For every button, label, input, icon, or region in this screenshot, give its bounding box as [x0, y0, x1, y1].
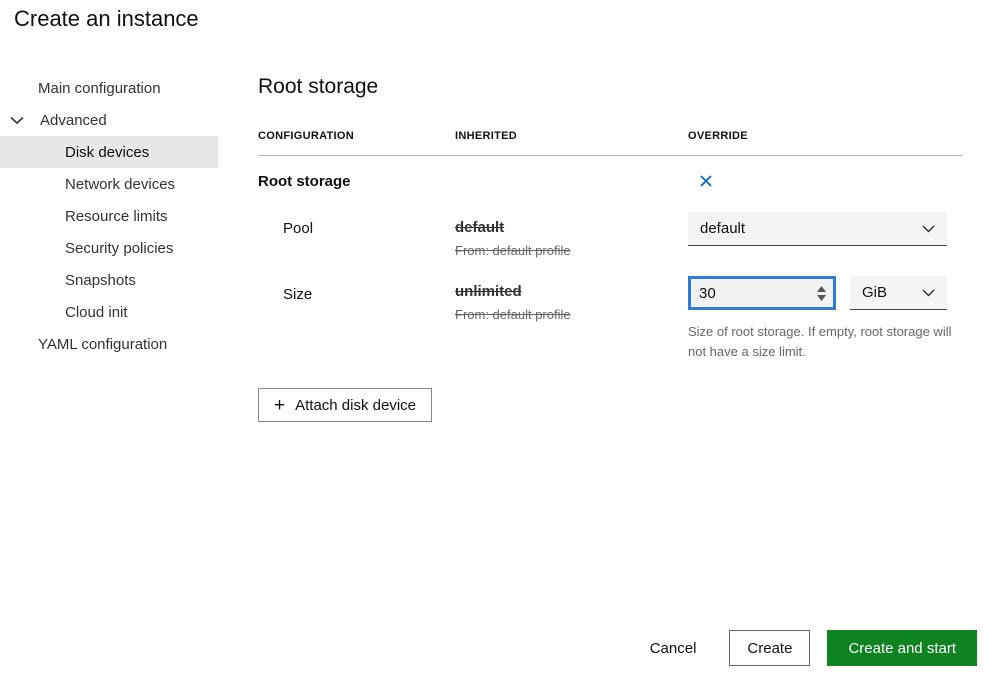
size-override-cell: GiB Size of root storage. If empty, root…: [688, 276, 963, 362]
sidebar-item-label: Network devices: [65, 176, 175, 193]
form-actions: Cancel Create Create and start: [634, 630, 977, 666]
table-row: Root storage: [258, 172, 963, 192]
section-heading: Root storage: [258, 74, 963, 100]
size-inherited-source: From: default profile: [455, 307, 688, 322]
sidebar-item-network-devices[interactable]: Network devices: [0, 168, 218, 200]
attach-disk-device-button[interactable]: + Attach disk device: [258, 388, 432, 422]
sidebar-item-label: YAML configuration: [38, 336, 167, 353]
config-table-header: CONFIGURATION INHERITED OVERRIDE: [258, 130, 963, 156]
pool-label: Pool: [258, 212, 455, 258]
cancel-button[interactable]: Cancel: [634, 630, 713, 666]
pool-inherited-cell: default From: default profile: [455, 212, 688, 258]
size-unit-select[interactable]: GiB: [850, 276, 947, 310]
size-input[interactable]: [691, 285, 809, 302]
sidebar-item-yaml-configuration[interactable]: YAML configuration: [0, 328, 218, 360]
root-storage-override-cell: [688, 172, 963, 192]
column-header-configuration: CONFIGURATION: [258, 130, 455, 142]
column-header-override: OVERRIDE: [688, 130, 963, 142]
sidebar-item-security-policies[interactable]: Security policies: [0, 232, 218, 264]
sidebar-item-label: Resource limits: [65, 208, 168, 225]
root-storage-row-label: Root storage: [258, 172, 455, 192]
sidebar-item-label: Disk devices: [65, 144, 149, 161]
attach-disk-device-label: Attach disk device: [295, 397, 416, 414]
pool-inherited-source: From: default profile: [455, 243, 688, 258]
disk-devices-panel: Root storage CONFIGURATION INHERITED OVE…: [258, 72, 963, 422]
create-and-start-button[interactable]: Create and start: [827, 630, 977, 666]
pool-override-cell: default: [688, 212, 963, 258]
size-help-text: Size of root storage. If empty, root sto…: [688, 322, 960, 362]
size-label: Size: [258, 276, 455, 362]
sidebar-item-label: Main configuration: [38, 80, 161, 97]
pool-select[interactable]: default: [688, 212, 947, 246]
pool-select-value: default: [700, 220, 745, 237]
clear-override-button[interactable]: [699, 172, 713, 192]
sidebar-item-label: Cloud init: [65, 304, 128, 321]
chevron-down-icon: [922, 284, 935, 301]
spinner-up-down-icons[interactable]: [809, 279, 833, 307]
size-inherited-cell: unlimited From: default profile: [455, 276, 688, 362]
sidebar-item-main-configuration[interactable]: Main configuration: [0, 72, 218, 104]
chevron-down-icon: [922, 220, 935, 237]
sidebar-item-disk-devices[interactable]: Disk devices: [0, 136, 218, 168]
create-button[interactable]: Create: [729, 630, 810, 666]
sidebar-item-cloud-init[interactable]: Cloud init: [0, 296, 218, 328]
chevron-down-icon: [10, 116, 24, 125]
pool-inherited-value: default: [455, 219, 688, 236]
sidebar-item-label: Security policies: [65, 240, 173, 257]
sidebar-item-snapshots[interactable]: Snapshots: [0, 264, 218, 296]
close-icon: [699, 174, 713, 191]
sidebar-item-label: Snapshots: [65, 272, 136, 289]
table-row: Pool default From: default profile defau…: [258, 212, 963, 258]
table-row: Size unlimited From: default profile GiB: [258, 276, 963, 362]
size-inherited-value: unlimited: [455, 283, 688, 300]
form-navigation: Main configuration Advanced Disk devices…: [0, 72, 218, 360]
sidebar-item-advanced[interactable]: Advanced: [0, 104, 218, 136]
sidebar-item-label: Advanced: [40, 112, 107, 129]
plus-icon: +: [274, 396, 285, 415]
size-input-field: [688, 276, 836, 310]
sidebar-item-resource-limits[interactable]: Resource limits: [0, 200, 218, 232]
page-title: Create an instance: [14, 6, 199, 32]
size-unit-value: GiB: [862, 284, 887, 301]
column-header-inherited: INHERITED: [455, 130, 688, 142]
